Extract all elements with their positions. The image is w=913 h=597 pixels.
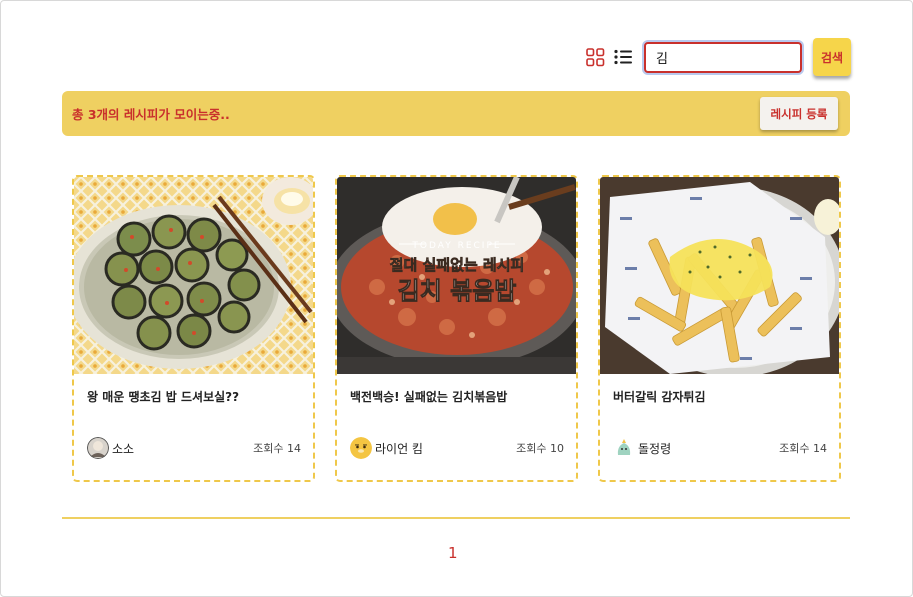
recipe-thumbnail bbox=[74, 177, 313, 374]
image-subtitle-text: 절대 실패없는 레시피 bbox=[390, 256, 525, 274]
register-recipe-button[interactable]: 레시피 등록 bbox=[760, 97, 838, 130]
recipe-card[interactable]: TODAY RECIPE 절대 실패없는 레시피 김치 볶음밥 백전백승! 실패… bbox=[335, 175, 578, 482]
search-input[interactable] bbox=[644, 41, 802, 73]
recipe-thumbnail: TODAY RECIPE 절대 실패없는 레시피 김치 볶음밥 bbox=[337, 177, 576, 374]
recipe-meta: 라이언 킴 조회수 10 bbox=[350, 436, 564, 460]
recipe-title: 버터갈릭 감자튀김 bbox=[613, 390, 706, 404]
recipe-author: 라이언 킴 bbox=[350, 437, 423, 459]
recipe-author: 소소 bbox=[87, 437, 134, 459]
view-count: 조회수 14 bbox=[779, 442, 827, 455]
search-button[interactable]: 검색 bbox=[813, 38, 851, 76]
recipe-title: 백전백승! 실패없는 김치볶음밥 bbox=[350, 390, 508, 404]
view-count: 조회수 14 bbox=[253, 442, 301, 455]
recipe-card[interactable]: 버터갈릭 감자튀김 돌정령 조회수 14 bbox=[598, 175, 841, 482]
recipe-card[interactable]: 왕 매운 땡초김 밥 드셔보실?? 소소 조회수 14 bbox=[72, 175, 315, 482]
recipe-meta: 돌정령 조회수 14 bbox=[613, 436, 827, 460]
recipe-title: 왕 매운 땡초김 밥 드셔보실?? bbox=[87, 390, 240, 404]
recipe-thumbnail bbox=[600, 177, 839, 374]
view-count: 조회수 10 bbox=[516, 442, 564, 455]
author-avatar bbox=[613, 437, 635, 459]
author-name: 소소 bbox=[112, 441, 135, 456]
pagination-divider bbox=[62, 517, 850, 519]
page-number-button[interactable]: 1 bbox=[448, 544, 458, 562]
recipe-author: 돌정령 bbox=[613, 437, 671, 459]
grid-view-icon[interactable] bbox=[584, 46, 606, 68]
recipe-count-banner: 총 3개의 레시피가 모이는중.. 레시피 등록 bbox=[62, 91, 850, 136]
recipe-meta: 소소 조회수 14 bbox=[87, 436, 301, 460]
author-name: 돌정령 bbox=[638, 441, 672, 456]
recipe-card-list: 왕 매운 땡초김 밥 드셔보실?? 소소 조회수 14 TODAY RECIPE… bbox=[72, 175, 841, 482]
list-view-icon[interactable] bbox=[612, 46, 634, 68]
image-tag-text: TODAY RECIPE bbox=[411, 241, 501, 251]
toolbar: 검색 bbox=[584, 36, 851, 78]
author-name: 라이언 킴 bbox=[375, 441, 423, 456]
recipe-count-text: 총 3개의 레시피가 모이는중.. bbox=[72, 107, 230, 122]
author-avatar bbox=[87, 437, 109, 459]
author-avatar bbox=[350, 437, 372, 459]
image-headline-text: 김치 볶음밥 bbox=[398, 277, 517, 305]
